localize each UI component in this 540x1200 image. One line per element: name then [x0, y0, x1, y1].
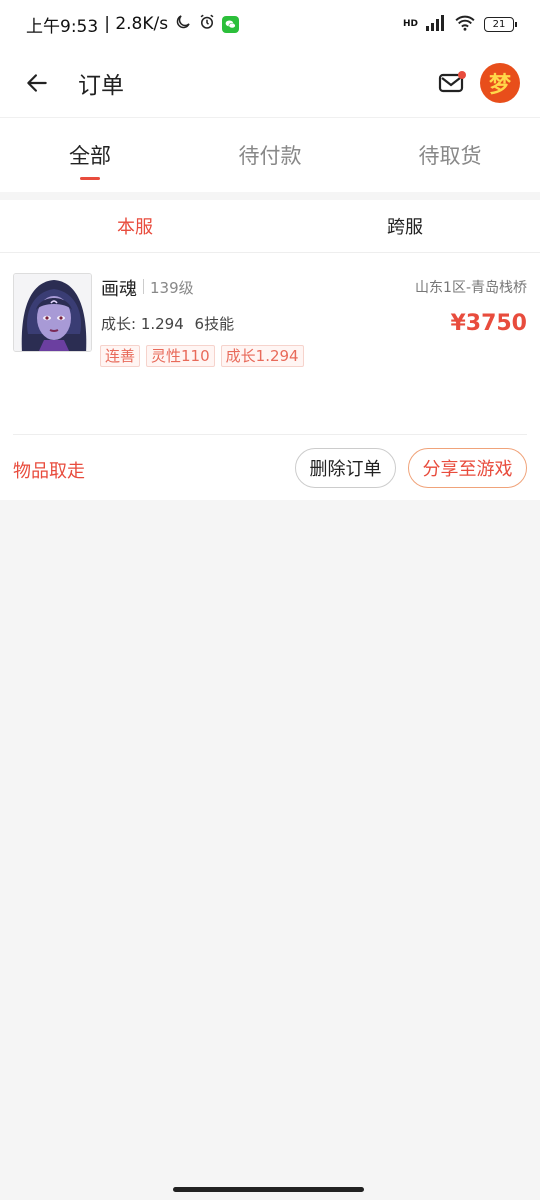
- tab-pending-payment[interactable]: 待付款: [180, 118, 360, 192]
- subtab-label: 本服: [117, 217, 153, 238]
- item-avatar: [13, 273, 92, 352]
- wifi-icon: [454, 15, 476, 34]
- unread-dot: [458, 70, 466, 79]
- divider: [13, 434, 527, 435]
- page-title: 订单: [78, 72, 124, 99]
- item-tags: 连善 灵性110 成长1.294: [100, 345, 304, 367]
- tab-label: 待付款: [238, 144, 302, 168]
- subtab-cross-server[interactable]: 跨服: [270, 200, 540, 252]
- status-left: 上午9:53 | 2.8K/s: [26, 12, 240, 37]
- back-arrow-icon: [27, 73, 47, 92]
- logo-glyph: 梦: [488, 72, 511, 98]
- tab-all[interactable]: 全部: [0, 118, 180, 192]
- item-tag: 成长1.294: [220, 345, 304, 367]
- network-label: HD: [402, 19, 418, 29]
- app-header: 订单 梦: [0, 48, 540, 118]
- server-subtabs: 本服 跨服: [0, 200, 540, 253]
- item-tag: 连善: [100, 345, 141, 367]
- delete-order-button[interactable]: 删除订单: [295, 448, 396, 488]
- signal-icon: [426, 14, 446, 34]
- share-to-game-button[interactable]: 分享至游戏: [408, 448, 527, 488]
- server-name: 山东1区-青岛栈桥: [415, 280, 527, 296]
- battery-icon: 21: [484, 16, 517, 32]
- subtab-label: 跨服: [387, 217, 423, 238]
- back-button[interactable]: [20, 66, 54, 100]
- character-portrait-icon: [14, 274, 91, 351]
- skills-count: 6技能: [194, 315, 235, 333]
- growth-value: 成长: 1.294: [101, 315, 184, 333]
- status-right: HD 21: [402, 14, 517, 34]
- status-time: 上午9:53: [26, 16, 99, 37]
- item-tag: 灵性110: [146, 345, 215, 367]
- item-level: 139级: [150, 279, 194, 297]
- order-card[interactable]: 画魂 139级 山东1区-青岛栈桥 成长: 1.294 6技能 ¥3750 连善…: [0, 253, 540, 500]
- order-status: 物品取走: [13, 461, 85, 482]
- header-actions: 梦: [434, 62, 520, 103]
- tab-label: 全部: [69, 144, 111, 168]
- item-name: 画魂: [101, 279, 137, 300]
- active-tab-indicator: [80, 177, 100, 180]
- alarm-icon: [198, 13, 216, 36]
- status-bar: 上午9:53 | 2.8K/s HD 21: [0, 0, 540, 48]
- app-logo[interactable]: 梦: [480, 62, 520, 103]
- message-button[interactable]: [434, 66, 468, 100]
- moon-icon: [174, 13, 192, 36]
- status-speed: | 2.8K/s: [104, 14, 169, 34]
- home-indicator[interactable]: [173, 1187, 364, 1192]
- tab-pending-pickup[interactable]: 待取货: [360, 118, 540, 192]
- subtab-local-server[interactable]: 本服: [0, 200, 270, 252]
- order-tabs: 全部 待付款 待取货: [0, 118, 540, 192]
- order-price: ¥3750: [450, 311, 527, 336]
- item-stats: 成长: 1.294 6技能: [101, 313, 234, 334]
- tab-label: 待取货: [418, 144, 482, 168]
- wechat-icon: [222, 15, 240, 33]
- divider: [143, 279, 144, 294]
